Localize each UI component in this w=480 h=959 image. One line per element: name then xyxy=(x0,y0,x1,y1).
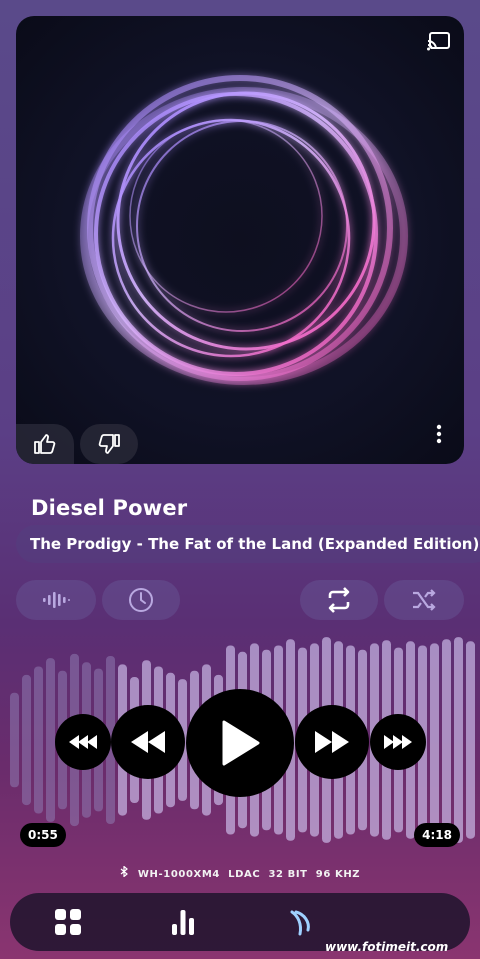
lyrics-icon xyxy=(290,910,310,936)
sleep-timer-button[interactable] xyxy=(102,580,180,620)
nav-lyrics-button[interactable] xyxy=(285,907,315,937)
device-name: WH-1000XM4 xyxy=(137,869,220,880)
fast-rewind-icon xyxy=(69,735,97,749)
repeat-button[interactable] xyxy=(300,580,378,620)
artist-album-label: The Prodigy - The Fat of the Land (Expan… xyxy=(30,535,480,553)
fast-rewind-button[interactable] xyxy=(55,714,111,770)
fast-forward-button[interactable] xyxy=(295,705,369,779)
waveform-bar xyxy=(22,674,31,806)
album-art xyxy=(16,16,464,464)
play-button[interactable] xyxy=(186,689,294,797)
waveform-bar xyxy=(454,637,463,843)
thumbs-down-icon xyxy=(98,434,120,454)
output-device-info: WH-1000XM4 LDAC 32 BIT 96 KHZ xyxy=(0,865,480,880)
equalizer-icon xyxy=(43,592,70,608)
repeat-icon xyxy=(328,587,350,613)
waveform-bar xyxy=(34,666,43,814)
waveform-bar xyxy=(442,639,451,841)
track-title: Diesel Power xyxy=(31,496,188,520)
more-options-button[interactable] xyxy=(424,414,454,454)
thumbs-up-icon xyxy=(34,434,56,454)
nav-library-button[interactable] xyxy=(53,907,83,937)
fast-forward-icon xyxy=(315,731,349,753)
watermark-text: www.fotimeit.com xyxy=(325,940,449,954)
skip-forward-button[interactable] xyxy=(370,714,426,770)
album-art-rings xyxy=(80,75,408,385)
thumbs-up-button[interactable] xyxy=(16,424,74,464)
rewind-icon xyxy=(131,731,165,753)
bluetooth-icon xyxy=(120,865,128,880)
timer-icon xyxy=(129,588,153,612)
grid-icon xyxy=(55,909,81,935)
shuffle-icon xyxy=(413,589,436,611)
play-icon xyxy=(222,720,260,766)
shuffle-button[interactable] xyxy=(384,580,464,620)
codec: LDAC xyxy=(228,869,261,880)
total-duration: 4:18 xyxy=(414,823,460,847)
waveform-bar xyxy=(10,692,19,788)
cast-button[interactable] xyxy=(426,30,452,52)
waveform-bar xyxy=(466,641,475,839)
sample-rate: 96 KHZ xyxy=(315,869,361,880)
equalizer-button[interactable] xyxy=(16,580,96,620)
cast-icon xyxy=(427,32,450,51)
rewind-button[interactable] xyxy=(111,705,185,779)
waveform-bar xyxy=(430,643,439,837)
skip-forward-icon xyxy=(384,735,412,749)
bit-depth: 32 BIT xyxy=(268,869,308,880)
thumbs-down-button[interactable] xyxy=(80,424,138,464)
elapsed-time: 0:55 xyxy=(20,823,66,847)
nav-visualizer-button[interactable] xyxy=(168,907,198,937)
more-vert-icon xyxy=(436,424,442,444)
artist-album-chip[interactable]: The Prodigy - The Fat of the Land (Expan… xyxy=(16,525,480,563)
waveform-bar xyxy=(46,658,55,822)
bar-chart-icon xyxy=(172,910,194,935)
